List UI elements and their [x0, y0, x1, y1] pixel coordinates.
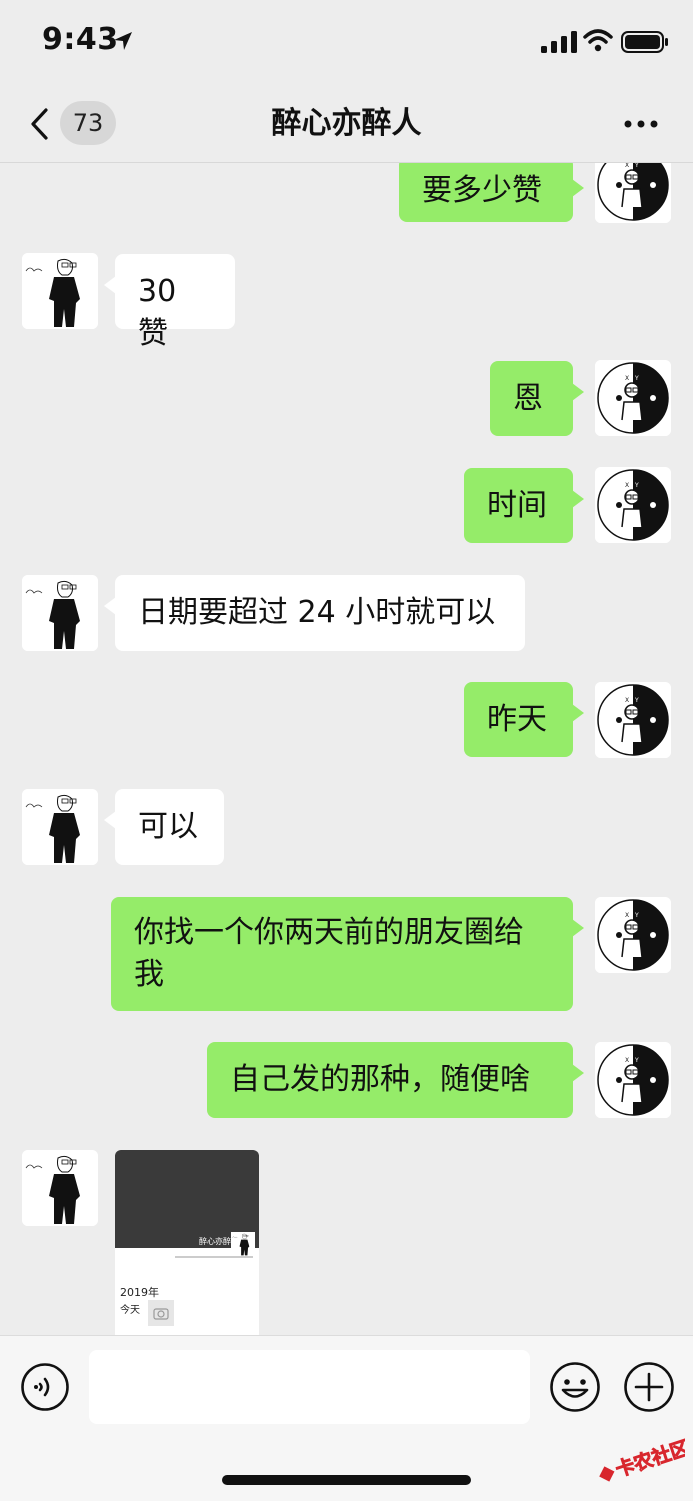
watermark-text: 卡农社区 — [613, 1436, 685, 1481]
screenshot-avatar — [231, 1232, 255, 1256]
message-bubble[interactable]: 时间 — [464, 468, 584, 543]
message-bubble[interactable]: 自己发的那种，随便啥 — [207, 1042, 584, 1118]
message-bubble[interactable]: 要多少赞 — [399, 163, 584, 222]
status-bar: 9:43 — [0, 0, 693, 88]
message-input[interactable] — [89, 1350, 530, 1424]
my-avatar[interactable] — [595, 163, 671, 223]
watermark-logo: 卡农社区 — [599, 1436, 685, 1482]
message-bubble[interactable]: 你找一个你两天前的朋友圈给我 — [111, 897, 584, 1011]
back-chevron-icon[interactable] — [24, 104, 54, 144]
more-options-icon[interactable] — [616, 110, 666, 138]
message-bubble[interactable]: 恩 — [490, 361, 584, 436]
add-more-icon[interactable] — [623, 1361, 675, 1413]
my-avatar[interactable] — [595, 1042, 671, 1118]
wifi-icon — [583, 29, 613, 52]
screenshot-day: 今天 — [120, 1305, 140, 1316]
screenshot-image[interactable]: 醉心亦醉人 2019年 今天 — [115, 1150, 259, 1335]
message-bubble[interactable]: 日期要超过 24 小时就可以 — [104, 575, 525, 651]
contact-avatar[interactable] — [22, 575, 98, 651]
message-bubble[interactable]: 30 赞 — [104, 254, 235, 351]
input-bar: 卡农社区 — [0, 1335, 693, 1501]
my-avatar[interactable] — [595, 360, 671, 436]
unread-count-badge[interactable]: 73 — [60, 101, 116, 145]
message-bubble[interactable]: 昨天 — [464, 682, 584, 757]
emoji-icon[interactable] — [549, 1361, 601, 1413]
home-indicator[interactable] — [222, 1475, 471, 1485]
contact-avatar[interactable] — [22, 253, 98, 329]
battery-icon — [621, 31, 668, 53]
my-avatar[interactable] — [595, 467, 671, 543]
status-time: 9:43 — [42, 22, 119, 57]
camera-icon — [148, 1300, 174, 1326]
contact-avatar[interactable] — [22, 789, 98, 865]
chat-header: 73 醉心亦醉人 — [0, 88, 693, 163]
message-list[interactable]: X Y 要多少赞 30 赞 恩 时间 — [0, 163, 693, 1335]
my-avatar[interactable] — [595, 897, 671, 973]
my-avatar[interactable] — [595, 682, 671, 758]
screenshot-signature-line — [175, 1256, 253, 1258]
voice-input-icon[interactable] — [20, 1362, 70, 1412]
message-bubble[interactable]: 可以 — [104, 789, 224, 865]
contact-avatar[interactable] — [22, 1150, 98, 1226]
cellular-signal-icon — [541, 31, 577, 53]
screenshot-year: 2019年 — [120, 1286, 159, 1299]
location-arrow-icon — [114, 32, 132, 50]
